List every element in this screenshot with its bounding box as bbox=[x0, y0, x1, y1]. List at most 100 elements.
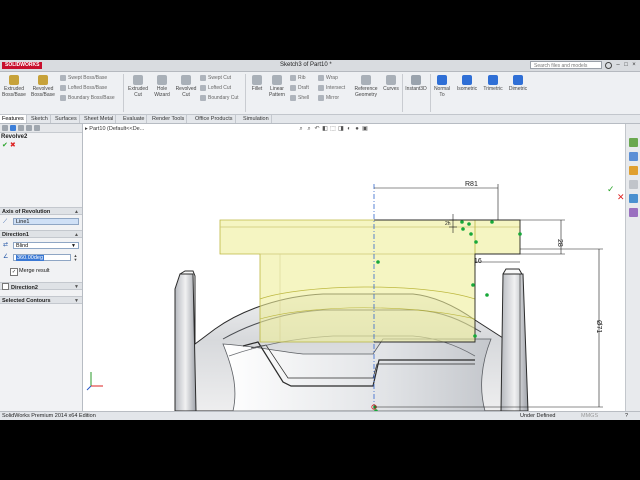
fillet-button[interactable]: Fillet bbox=[248, 75, 266, 92]
status-units[interactable]: MMGS bbox=[581, 412, 598, 420]
end-condition-select[interactable]: Blind ▼ bbox=[13, 242, 79, 249]
tab-office-products[interactable]: Office Products bbox=[193, 115, 236, 123]
mirror-icon bbox=[318, 95, 324, 101]
property-manager-icon[interactable] bbox=[10, 125, 16, 131]
intersect-button[interactable]: Intersect bbox=[318, 85, 345, 91]
feature-tree-icon[interactable] bbox=[2, 125, 8, 131]
confirm-check-icon[interactable]: ✓ bbox=[607, 185, 615, 195]
search-icon[interactable] bbox=[605, 62, 612, 69]
resources-icon[interactable] bbox=[629, 138, 638, 147]
search-input[interactable]: Search files and models bbox=[530, 61, 602, 69]
sketch-point[interactable] bbox=[490, 220, 494, 224]
file-explorer-icon[interactable] bbox=[629, 166, 638, 175]
swept-boss-button[interactable]: Swept Boss/Base bbox=[60, 75, 107, 81]
swept-cut-button[interactable]: Swept Cut bbox=[200, 75, 231, 81]
sketch-point[interactable] bbox=[485, 293, 489, 297]
ok-check-icon[interactable]: ✔ bbox=[2, 142, 8, 149]
sketch-point[interactable] bbox=[471, 283, 475, 287]
revolved-boss-label: Revolved Boss/Base bbox=[31, 86, 55, 98]
lofted-cut-button[interactable]: Lofted Cut bbox=[200, 85, 231, 91]
draft-button[interactable]: Draft bbox=[290, 85, 309, 91]
swept-cut-icon bbox=[200, 75, 206, 81]
dimetric-button[interactable]: Dimetric bbox=[506, 75, 530, 92]
close-icon[interactable]: × bbox=[630, 61, 638, 69]
help-icon[interactable]: ? bbox=[625, 412, 628, 420]
shell-button[interactable]: Shell bbox=[290, 95, 309, 101]
sketch-point[interactable] bbox=[473, 334, 477, 338]
fillet-icon bbox=[252, 75, 262, 85]
reverse-direction-icon[interactable]: ⇄ bbox=[3, 242, 10, 249]
view-palette-icon[interactable] bbox=[629, 180, 638, 189]
tab-evaluate[interactable]: Evaluate bbox=[121, 115, 148, 123]
sketch-point[interactable] bbox=[461, 227, 465, 231]
axis-of-revolution-header[interactable]: Axis of Revolution ▲ bbox=[0, 207, 82, 215]
normal-to-button[interactable]: Normal To bbox=[431, 75, 453, 98]
angle-spinner[interactable]: ▲ ▼ bbox=[72, 254, 79, 262]
sketch-point[interactable] bbox=[460, 220, 464, 224]
custom-properties-icon[interactable] bbox=[629, 208, 638, 217]
sketch-point[interactable] bbox=[469, 232, 473, 236]
wrap-icon bbox=[318, 75, 324, 81]
dimension-28[interactable]: 28 bbox=[556, 239, 563, 247]
cancel-x-icon[interactable]: ✖ bbox=[10, 142, 16, 149]
model-canvas[interactable]: R81 2h 28 16 Ø71 ✓ ✕ bbox=[83, 124, 625, 411]
lofted-cut-label: Lofted Cut bbox=[208, 85, 232, 91]
design-library-icon[interactable] bbox=[629, 152, 638, 161]
curves-label: Curves bbox=[383, 86, 399, 92]
trimetric-button[interactable]: Trimetric bbox=[480, 75, 506, 92]
confirmation-corner[interactable]: ✓ ✕ bbox=[607, 185, 625, 203]
display-manager-icon[interactable] bbox=[34, 125, 40, 131]
extruded-cut-button[interactable]: Extruded Cut bbox=[126, 75, 150, 98]
extruded-boss-button[interactable]: Extruded Boss/Base bbox=[2, 75, 26, 98]
appearances-icon[interactable] bbox=[629, 194, 638, 203]
direction2-checkbox[interactable] bbox=[2, 283, 9, 290]
angle-icon: ∠ bbox=[3, 254, 9, 260]
tab-simulation[interactable]: Simulation bbox=[241, 115, 272, 123]
rib-button[interactable]: Rib bbox=[290, 75, 306, 81]
dimxpert-icon[interactable] bbox=[26, 125, 32, 131]
merge-result-checkbox[interactable]: ✓ bbox=[10, 268, 18, 276]
swept-cut-label: Swept Cut bbox=[208, 75, 232, 81]
mirror-button[interactable]: Mirror bbox=[318, 95, 339, 101]
boundary-boss-button[interactable]: Boundary Boss/Base bbox=[60, 95, 115, 101]
sketch-point[interactable] bbox=[474, 240, 478, 244]
angle-input[interactable]: 360.00deg bbox=[13, 254, 71, 261]
tab-features[interactable]: Features bbox=[0, 115, 27, 123]
graphics-area[interactable]: ▸ Part10 (Default<<De... ⌕ ⌕ ↶ ◧ ⬚ ◨ ◐ ●… bbox=[83, 124, 625, 411]
configuration-icon[interactable] bbox=[18, 125, 24, 131]
boundary-cut-button[interactable]: Boundary Cut bbox=[200, 95, 239, 101]
tab-sketch[interactable]: Sketch bbox=[29, 115, 51, 123]
isometric-button[interactable]: Isometric bbox=[455, 75, 479, 92]
dimension-2h[interactable]: 2h bbox=[445, 221, 451, 227]
dimension-diameter-71[interactable]: Ø71 bbox=[595, 320, 602, 333]
tab-surfaces[interactable]: Surfaces bbox=[53, 115, 80, 123]
reference-geometry-button[interactable]: Reference Geometry bbox=[351, 75, 381, 98]
wrap-button[interactable]: Wrap bbox=[318, 75, 338, 81]
revolved-boss-button[interactable]: Revolved Boss/Base bbox=[29, 75, 57, 98]
instant3d-label: Instant3D bbox=[405, 86, 427, 92]
triad bbox=[86, 372, 103, 391]
direction2-header[interactable]: Direction2 ▼ bbox=[0, 282, 82, 291]
tab-render-tools[interactable]: Render Tools bbox=[150, 115, 188, 123]
sketch-point[interactable] bbox=[376, 260, 380, 264]
minimize-icon[interactable]: – bbox=[614, 61, 622, 69]
sketch-point[interactable] bbox=[518, 232, 522, 236]
extruded-cut-icon bbox=[133, 75, 143, 85]
selected-contours-header[interactable]: Selected Contours ▼ bbox=[0, 296, 82, 304]
curves-button[interactable]: Curves bbox=[381, 75, 401, 92]
lofted-boss-button[interactable]: Lofted Boss/Base bbox=[60, 85, 107, 91]
revolved-cut-button[interactable]: Revolved Cut bbox=[174, 75, 198, 98]
normal-to-icon bbox=[437, 75, 447, 85]
tab-sheet-metal[interactable]: Sheet Metal bbox=[82, 115, 117, 123]
hole-wizard-button[interactable]: Hole Wizard bbox=[151, 75, 173, 98]
axis-selection-field[interactable]: Line1 bbox=[13, 218, 79, 225]
cancel-x-icon[interactable]: ✕ bbox=[617, 193, 625, 203]
maximize-icon[interactable]: □ bbox=[622, 61, 630, 69]
solidworks-logo[interactable]: SOLIDWORKS bbox=[2, 62, 43, 69]
sketch-point[interactable] bbox=[467, 222, 471, 226]
dimension-r81[interactable]: R81 bbox=[465, 181, 478, 188]
linear-pattern-button[interactable]: Linear Pattern bbox=[266, 75, 288, 98]
direction1-header[interactable]: Direction1 ▲ bbox=[0, 230, 82, 238]
dimension-16[interactable]: 16 bbox=[474, 258, 482, 265]
instant3d-button[interactable]: Instant3D bbox=[403, 75, 429, 92]
